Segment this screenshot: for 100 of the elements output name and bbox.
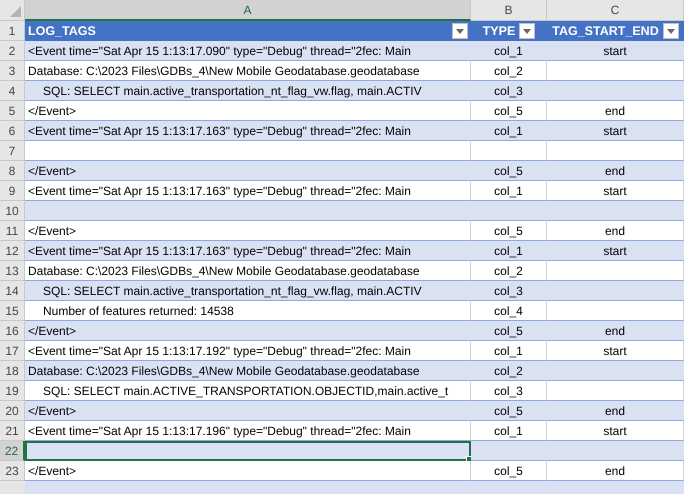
table-cell[interactable]: col_2 bbox=[471, 361, 547, 381]
table-cell[interactable] bbox=[547, 361, 684, 381]
table-cell[interactable] bbox=[547, 141, 684, 161]
table-cell[interactable]: </Event> bbox=[25, 221, 471, 241]
table-cell[interactable]: <Event time="Sat Apr 15 1:13:17.196" type="Debug" thread="2fec: Main bbox=[25, 421, 471, 441]
row-number[interactable]: 10 bbox=[0, 201, 25, 221]
row-number[interactable]: 1 bbox=[0, 21, 25, 41]
table-cell[interactable]: col_5 bbox=[471, 321, 547, 341]
table-cell[interactable]: col_1 bbox=[471, 181, 547, 201]
table-cell[interactable]: end bbox=[547, 401, 684, 421]
table-cell[interactable]: col_5 bbox=[471, 221, 547, 241]
table-cell[interactable]: </Event> bbox=[25, 161, 471, 181]
table-cell[interactable]: col_5 bbox=[471, 401, 547, 421]
table-cell[interactable]: col_1 bbox=[471, 41, 547, 61]
table-cell[interactable]: start bbox=[547, 41, 684, 61]
table-cell[interactable] bbox=[25, 201, 471, 221]
table-cell[interactable]: SQL: SELECT main.active_transportation_nt_flag_vw.flag, main.ACTIV bbox=[25, 81, 471, 101]
select-all-corner[interactable] bbox=[0, 0, 25, 21]
table-cell[interactable]: end bbox=[547, 101, 684, 121]
table-cell[interactable] bbox=[547, 261, 684, 281]
table-cell[interactable] bbox=[547, 301, 684, 321]
row-number[interactable]: 9 bbox=[0, 181, 25, 201]
table-cell[interactable]: start bbox=[547, 181, 684, 201]
row-number[interactable]: 22 bbox=[0, 441, 25, 461]
table-cell[interactable]: <Event time="Sat Apr 15 1:13:17.163" type="Debug" thread="2fec: Main bbox=[25, 121, 471, 141]
row-number[interactable]: 17 bbox=[0, 341, 25, 361]
table-cell[interactable]: end bbox=[547, 461, 684, 481]
table-cell[interactable] bbox=[547, 61, 684, 81]
table-cell[interactable] bbox=[25, 141, 471, 161]
caret-icon bbox=[456, 28, 464, 34]
corner-triangle-icon bbox=[10, 6, 21, 17]
table-cell[interactable]: col_2 bbox=[471, 261, 547, 281]
filter-button[interactable] bbox=[662, 23, 679, 39]
row-number[interactable]: 14 bbox=[0, 281, 25, 301]
table-cell[interactable] bbox=[471, 441, 547, 461]
table-cell[interactable]: col_2 bbox=[471, 61, 547, 81]
table-cell[interactable]: col_5 bbox=[471, 161, 547, 181]
table-cell[interactable] bbox=[547, 281, 684, 301]
row-number[interactable]: 18 bbox=[0, 361, 25, 381]
column-header[interactable]: A bbox=[25, 0, 471, 21]
header-label: LOG_TAGS bbox=[28, 24, 96, 38]
table-cell[interactable]: Database: C:\2023 Files\GDBs_4\New Mobile Geodatabase.geodatabase bbox=[25, 61, 471, 81]
caret-icon bbox=[666, 28, 675, 34]
row-number[interactable]: 15 bbox=[0, 301, 25, 321]
table-cell[interactable]: </Event> bbox=[25, 401, 471, 421]
row-number[interactable]: 20 bbox=[0, 401, 25, 421]
table-cell[interactable]: start bbox=[547, 341, 684, 361]
table-cell[interactable]: SQL: SELECT main.active_transportation_nt_flag_vw.flag, main.ACTIV bbox=[25, 281, 471, 301]
table-cell[interactable]: col_1 bbox=[471, 341, 547, 361]
table-cell[interactable]: col_1 bbox=[471, 241, 547, 261]
table-cell[interactable]: end bbox=[547, 221, 684, 241]
table-cell[interactable]: </Event> bbox=[25, 321, 471, 341]
table-cell[interactable] bbox=[547, 441, 684, 461]
row-number[interactable]: 7 bbox=[0, 141, 25, 161]
table-cell[interactable]: start bbox=[547, 241, 684, 261]
row-number[interactable]: 2 bbox=[0, 41, 25, 61]
column-header[interactable]: C bbox=[547, 0, 684, 21]
table-cell[interactable]: end bbox=[547, 161, 684, 181]
row-number[interactable]: 4 bbox=[0, 81, 25, 101]
table-cell[interactable]: Number of features returned: 14538 bbox=[25, 301, 471, 321]
table-cell[interactable]: Database: C:\2023 Files\GDBs_4\New Mobile Geodatabase.geodatabase bbox=[25, 361, 471, 381]
filter-button[interactable] bbox=[519, 23, 536, 39]
row-number[interactable]: 11 bbox=[0, 221, 25, 241]
row-number[interactable]: 13 bbox=[0, 261, 25, 281]
table-cell[interactable] bbox=[547, 381, 684, 401]
row-number[interactable]: 23 bbox=[0, 461, 25, 481]
table-cell[interactable] bbox=[547, 81, 684, 101]
table-cell[interactable]: end bbox=[547, 321, 684, 341]
table-cell[interactable]: col_3 bbox=[471, 281, 547, 301]
row-number[interactable]: 19 bbox=[0, 381, 25, 401]
table-cell[interactable]: col_4 bbox=[471, 301, 547, 321]
row-number[interactable]: 8 bbox=[0, 161, 25, 181]
table-cell[interactable]: col_5 bbox=[471, 461, 547, 481]
column-header[interactable]: B bbox=[471, 0, 547, 21]
row-number[interactable]: 5 bbox=[0, 101, 25, 121]
row-number[interactable]: 12 bbox=[0, 241, 25, 261]
table-cell[interactable]: col_1 bbox=[471, 421, 547, 441]
row-number[interactable]: 3 bbox=[0, 61, 25, 81]
table-cell[interactable]: <Event time="Sat Apr 15 1:13:17.090" type="Debug" thread="2fec: Main bbox=[25, 41, 471, 61]
table-cell[interactable]: col_5 bbox=[471, 101, 547, 121]
table-cell[interactable]: start bbox=[547, 421, 684, 441]
table-cell[interactable]: col_3 bbox=[471, 381, 547, 401]
row-number[interactable]: 21 bbox=[0, 421, 25, 441]
table-cell[interactable]: col_3 bbox=[471, 81, 547, 101]
row-number[interactable]: 6 bbox=[0, 121, 25, 141]
row-number[interactable]: 16 bbox=[0, 321, 25, 341]
table-cell[interactable]: Database: C:\2023 Files\GDBs_4\New Mobile Geodatabase.geodatabase bbox=[25, 261, 471, 281]
table-cell[interactable] bbox=[547, 201, 684, 221]
table-cell[interactable]: <Event time="Sat Apr 15 1:13:17.163" type="Debug" thread="2fec: Main bbox=[25, 241, 471, 261]
table-cell[interactable]: start bbox=[547, 121, 684, 141]
filter-button[interactable] bbox=[452, 23, 468, 39]
table-cell[interactable] bbox=[25, 441, 471, 461]
table-cell[interactable]: <Event time="Sat Apr 15 1:13:17.163" type="Debug" thread="2fec: Main bbox=[25, 181, 471, 201]
caret-icon bbox=[523, 28, 532, 34]
table-cell[interactable]: SQL: SELECT main.ACTIVE_TRANSPORTATION.OBJECTID,main.active_t bbox=[25, 381, 471, 401]
table-cell[interactable]: </Event> bbox=[25, 101, 471, 121]
table-cell[interactable]: </Event> bbox=[25, 461, 471, 481]
table-cell[interactable] bbox=[471, 141, 547, 161]
table-cell[interactable]: <Event time="Sat Apr 15 1:13:17.192" type="Debug" thread="2fec: Main bbox=[25, 341, 471, 361]
table-cell[interactable]: col_1 bbox=[471, 121, 547, 141]
